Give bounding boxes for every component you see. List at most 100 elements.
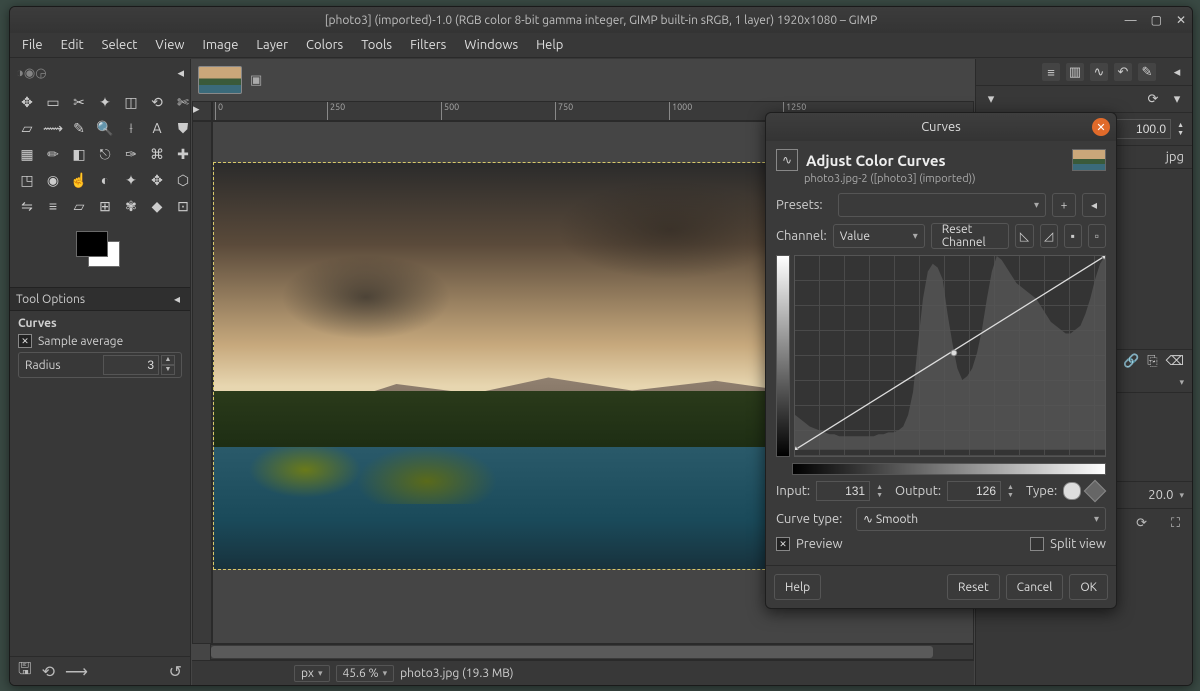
menu-view[interactable]: View: [147, 35, 192, 55]
anchor-icon[interactable]: ⎘: [1147, 354, 1157, 369]
preview-checkbox[interactable]: ✕: [776, 537, 790, 551]
chevron-down-icon[interactable]: ▾: [1179, 377, 1184, 388]
window-minimize-button[interactable]: —: [1125, 14, 1137, 27]
tool-options-tab[interactable]: Tool Options ◂: [10, 287, 190, 311]
output-value-field[interactable]: [947, 481, 1001, 501]
dock-config-icon[interactable]: ◂: [177, 66, 184, 81]
reset-channel-button[interactable]: Reset Channel: [931, 223, 1010, 249]
reset-button[interactable]: Reset: [947, 574, 1000, 600]
input-value-field[interactable]: [816, 481, 870, 501]
chevron-down-icon[interactable]: ▾: [982, 90, 1000, 108]
rect-select-tool-icon[interactable]: ▭: [42, 91, 64, 113]
image-tab-close-icon[interactable]: ▣: [250, 73, 262, 88]
gradient-tool-icon[interactable]: ▦: [16, 143, 38, 165]
measure-tool-icon[interactable]: ⟊: [120, 117, 142, 139]
preset-menu-button[interactable]: ◂: [1082, 193, 1106, 217]
fuzzy-select-tool-icon[interactable]: ✦: [94, 91, 116, 113]
link-icon[interactable]: 🔗: [1123, 354, 1139, 369]
curves-dialog-titlebar[interactable]: Curves ✕: [766, 113, 1116, 141]
color-picker-tool-icon[interactable]: ✥: [146, 169, 168, 191]
image-tab-thumbnail[interactable]: [198, 66, 242, 94]
foreground-select-tool-icon[interactable]: ◆: [146, 195, 168, 217]
rotate-tool-icon[interactable]: ⟲: [146, 91, 168, 113]
fonts-tab-icon[interactable]: ∿: [1090, 63, 1108, 81]
open-as-image-icon[interactable]: ⛶: [1171, 516, 1180, 531]
chevron-down-icon[interactable]: ▾: [1168, 90, 1186, 108]
delete-preset-icon[interactable]: ⟶: [65, 662, 88, 681]
airbrush-tool-icon[interactable]: ⎋: [94, 143, 116, 165]
restore-preset-icon[interactable]: ⟲: [42, 662, 55, 681]
eraser-tool-icon[interactable]: ◧: [68, 143, 90, 165]
window-close-button[interactable]: ✕: [1176, 13, 1186, 27]
delete-icon[interactable]: ⌫: [1166, 354, 1184, 369]
cage-tool-icon[interactable]: ⬡: [172, 169, 194, 191]
perspective-clone-tool-icon[interactable]: ◳: [16, 169, 38, 191]
transform-tool-icon[interactable]: ▱: [16, 117, 38, 139]
menu-layer[interactable]: Layer: [248, 35, 296, 55]
ok-button[interactable]: OK: [1069, 574, 1108, 600]
menu-tools[interactable]: Tools: [353, 35, 400, 55]
ink-tool-icon[interactable]: ✑: [120, 143, 142, 165]
brushes-tab-icon[interactable]: ≡: [1042, 63, 1060, 81]
picker-black-icon[interactable]: ▪: [1064, 224, 1082, 248]
linear-hist-icon[interactable]: ◺: [1015, 224, 1033, 248]
tool-options-config-icon[interactable]: ◂: [170, 292, 184, 306]
pencil-tool-icon[interactable]: ✏: [42, 143, 64, 165]
text-tool-icon[interactable]: A: [146, 117, 168, 139]
save-preset-icon[interactable]: 🖫: [18, 658, 32, 685]
mypaint-tool-icon[interactable]: ✾: [120, 195, 142, 217]
scissors-tool-icon[interactable]: ✄: [172, 91, 194, 113]
cancel-button[interactable]: Cancel: [1006, 574, 1064, 600]
menu-windows[interactable]: Windows: [456, 35, 526, 55]
align-tool-icon[interactable]: ≡: [42, 195, 64, 217]
bucket-tool-icon[interactable]: ⛊: [172, 117, 194, 139]
free-select-tool-icon[interactable]: ✂: [68, 91, 90, 113]
heal-tool-icon[interactable]: ✚: [172, 143, 194, 165]
window-maximize-button[interactable]: ▢: [1151, 13, 1162, 27]
menu-select[interactable]: Select: [94, 35, 146, 55]
log-hist-icon[interactable]: ◿: [1040, 224, 1058, 248]
unit-selector[interactable]: px▾: [294, 665, 330, 682]
flip-tool-icon[interactable]: ⇋: [16, 195, 38, 217]
dodge-tool-icon[interactable]: ◐: [94, 169, 116, 191]
history-tab-icon[interactable]: ↶: [1114, 63, 1132, 81]
crop-tool-icon[interactable]: ◫: [120, 91, 142, 113]
curves-graph[interactable]: [794, 255, 1106, 457]
patterns-tab-icon[interactable]: ▥: [1066, 63, 1084, 81]
fg-bg-color-widget[interactable]: [70, 227, 126, 283]
fg-color-swatch[interactable]: [76, 231, 108, 257]
shear-tool-icon[interactable]: ▱: [68, 195, 90, 217]
menu-filters[interactable]: Filters: [402, 35, 454, 55]
refresh-icon[interactable]: ⟳: [1144, 90, 1162, 108]
menu-help[interactable]: Help: [528, 35, 571, 55]
point-type-smooth-button[interactable]: [1063, 482, 1081, 500]
ruler-origin-button[interactable]: ▸: [192, 101, 212, 121]
paintbrush-tool-icon[interactable]: ✎: [68, 117, 90, 139]
picker-white-icon[interactable]: ▫: [1088, 224, 1106, 248]
help-button[interactable]: Help: [774, 574, 821, 600]
move-tool-icon[interactable]: ✥: [16, 91, 38, 113]
menu-file[interactable]: File: [14, 35, 51, 55]
dock-config-icon[interactable]: ◂: [1168, 63, 1186, 81]
refresh-brush-icon[interactable]: ⟳: [1136, 516, 1147, 531]
radius-up-icon[interactable]: ▲: [161, 355, 175, 365]
radius-down-icon[interactable]: ▼: [161, 365, 175, 375]
unified-transform-tool-icon[interactable]: ⊡: [172, 195, 194, 217]
menu-edit[interactable]: Edit: [53, 35, 92, 55]
zoom-tool-icon[interactable]: 🔍: [94, 117, 116, 139]
presets-combo[interactable]: ▾: [838, 193, 1046, 217]
dialog-close-button[interactable]: ✕: [1092, 118, 1110, 136]
curve-type-combo[interactable]: ∿ Smooth▾: [856, 507, 1106, 531]
channel-combo[interactable]: Value▾: [833, 224, 925, 248]
vertical-ruler[interactable]: [192, 121, 212, 644]
sample-average-checkbox[interactable]: ✕: [18, 334, 32, 348]
radius-input[interactable]: [103, 355, 159, 375]
reset-preset-icon[interactable]: ↺: [169, 662, 182, 681]
point-type-corner-button[interactable]: [1084, 480, 1107, 503]
warp-tool-icon[interactable]: ⟿: [42, 117, 64, 139]
blur-tool-icon[interactable]: ◉: [42, 169, 64, 191]
menu-image[interactable]: Image: [195, 35, 247, 55]
paint-tab-icon[interactable]: ✎: [1138, 63, 1156, 81]
menu-colors[interactable]: Colors: [298, 35, 351, 55]
clone-tool-icon[interactable]: ⌘: [146, 143, 168, 165]
